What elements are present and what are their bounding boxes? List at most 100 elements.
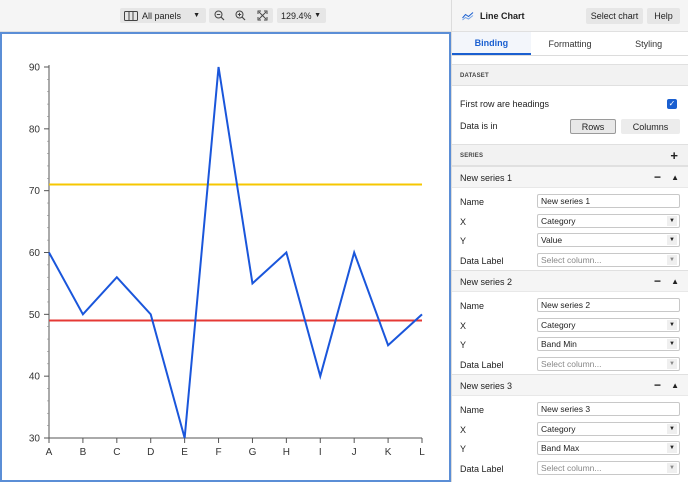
data-label-label: Data Label [460, 463, 504, 474]
series-data-label-select[interactable]: Select column... ▼ [537, 252, 680, 267]
collapse-series-button[interactable]: ▲ [671, 173, 679, 182]
remove-series-button[interactable]: − [654, 170, 661, 184]
y-label: Y [460, 444, 467, 454]
chart-canvas[interactable]: 30 40 50 60 70 80 90 A B C D E F G H I J K L [0, 32, 451, 482]
help-button[interactable]: Help [647, 8, 680, 24]
data-label-label: Data Label [460, 359, 504, 370]
series-x-row: X Category ▼ [452, 212, 688, 232]
series-title: New series 1 [460, 173, 513, 183]
dataset-section-header: DATASET [452, 64, 688, 86]
zoom-out-button[interactable] [211, 8, 229, 23]
series-data-label-select[interactable]: Select column... ▼ [537, 356, 680, 371]
zoom-level-value: 129.4% [281, 10, 312, 21]
chevron-down-icon: ▼ [667, 462, 677, 473]
series-x-value: Category [541, 423, 576, 434]
panel-title: Line Chart [480, 11, 525, 21]
series-title: New series 3 [460, 381, 513, 391]
panels-dropdown[interactable]: All panels ▼ [120, 8, 206, 23]
rows-toggle-button[interactable]: Rows [570, 119, 616, 134]
y-tick-label: 40 [29, 372, 41, 383]
series-y-select[interactable]: Value ▼ [537, 233, 680, 247]
x-tick-label: J [352, 447, 357, 458]
series-section-header: SERIES + [452, 144, 688, 166]
line-chart: 30 40 50 60 70 80 90 A B C D E F G H I J K L [29, 63, 425, 459]
data-label-label: Data Label [460, 255, 504, 266]
series-name-input[interactable]: New series 3 [537, 402, 680, 416]
chart-settings-panel: Line Chart Select chart Help Binding For… [451, 0, 688, 482]
series-title: New series 2 [460, 277, 513, 287]
x-tick-label: B [80, 447, 87, 458]
name-label: Name [460, 301, 485, 311]
series-x-select[interactable]: Category ▼ [537, 317, 680, 332]
remove-series-button[interactable]: − [654, 378, 661, 392]
first-row-headings-label: First row are headings [460, 99, 550, 109]
y-tick-label: 50 [29, 310, 41, 321]
columns-toggle-button[interactable]: Columns [621, 119, 680, 134]
panels-icon [124, 10, 138, 21]
zoom-level-dropdown[interactable]: 129.4% ▼ [277, 8, 326, 23]
chevron-down-icon: ▼ [667, 339, 677, 349]
y-tick-label: 30 [29, 434, 41, 445]
x-label: X [460, 216, 467, 227]
tab-styling[interactable]: Styling [609, 32, 688, 55]
x-tick-label: K [385, 447, 392, 458]
series-header[interactable]: New series 3 − ▲ [452, 374, 688, 396]
series-header[interactable]: New series 2 − ▲ [452, 270, 688, 292]
x-tick-label: D [147, 447, 154, 458]
series-x-row: X Category ▼ [452, 420, 688, 440]
series-name-input[interactable]: New series 1 [537, 194, 680, 208]
chevron-down-icon: ▼ [667, 423, 677, 434]
series-data-label-select[interactable]: Select column... ▼ [537, 460, 680, 475]
series-y-row: Y Band Min ▼ [452, 335, 688, 355]
x-tick-label: A [46, 447, 53, 458]
zoom-controls [209, 8, 273, 23]
add-series-button[interactable]: + [670, 148, 678, 163]
dataset-heading: DATASET [460, 73, 489, 79]
series-x-select[interactable]: Category ▼ [537, 213, 680, 228]
series-x-value: Category [541, 215, 576, 226]
x-label: X [460, 424, 467, 435]
first-row-headings-row: First row are headings ✓ [452, 93, 688, 115]
series-y-select[interactable]: Band Min ▼ [537, 337, 680, 351]
collapse-series-button[interactable]: ▲ [671, 381, 679, 390]
series-y-row: Y Band Max ▼ [452, 439, 688, 459]
y-tick-label: 70 [29, 186, 41, 197]
series-name-row: Name New series 3 [452, 400, 688, 420]
series-y-value: Band Min [541, 339, 577, 349]
x-tick-label: L [419, 447, 425, 458]
first-row-headings-checkbox[interactable]: ✓ [667, 99, 677, 109]
name-label: Name [460, 197, 485, 207]
chevron-down-icon: ▼ [667, 215, 677, 226]
y-tick-label: 90 [29, 63, 41, 74]
panels-label: All panels [142, 10, 182, 21]
collapse-series-button[interactable]: ▲ [671, 277, 679, 286]
series-name-input[interactable]: New series 2 [537, 298, 680, 312]
series-y-value: Value [541, 235, 563, 245]
series-y-row: Y Value ▼ [452, 231, 688, 251]
select-chart-button[interactable]: Select chart [586, 8, 643, 24]
x-tick-label: C [113, 447, 120, 458]
zoom-in-button[interactable] [232, 8, 250, 23]
data-is-in-label: Data is in [460, 121, 498, 131]
expand-icon [257, 10, 268, 21]
series-header[interactable]: New series 1 − ▲ [452, 166, 688, 188]
chevron-down-icon: ▼ [314, 12, 321, 19]
series-data-label-row: Data Label Select column... ▼ [452, 355, 688, 375]
series-y-select[interactable]: Band Max ▼ [537, 441, 680, 455]
fit-to-screen-button[interactable] [253, 8, 271, 23]
series-y-value: Band Max [541, 443, 580, 453]
panel-tabs: Binding Formatting Styling [452, 32, 688, 56]
series-data-label-row: Data Label Select column... ▼ [452, 251, 688, 271]
tab-formatting[interactable]: Formatting [531, 32, 610, 55]
series-x-select[interactable]: Category ▼ [537, 421, 680, 436]
y-tick-label: 80 [29, 124, 41, 135]
x-tick-label: I [319, 447, 322, 458]
series-data-label-row: Data Label Select column... ▼ [452, 459, 688, 479]
tab-binding[interactable]: Binding [452, 32, 531, 55]
remove-series-button[interactable]: − [654, 274, 661, 288]
zoom-out-icon [214, 10, 225, 21]
series-data-label-value: Select column... [541, 254, 602, 265]
